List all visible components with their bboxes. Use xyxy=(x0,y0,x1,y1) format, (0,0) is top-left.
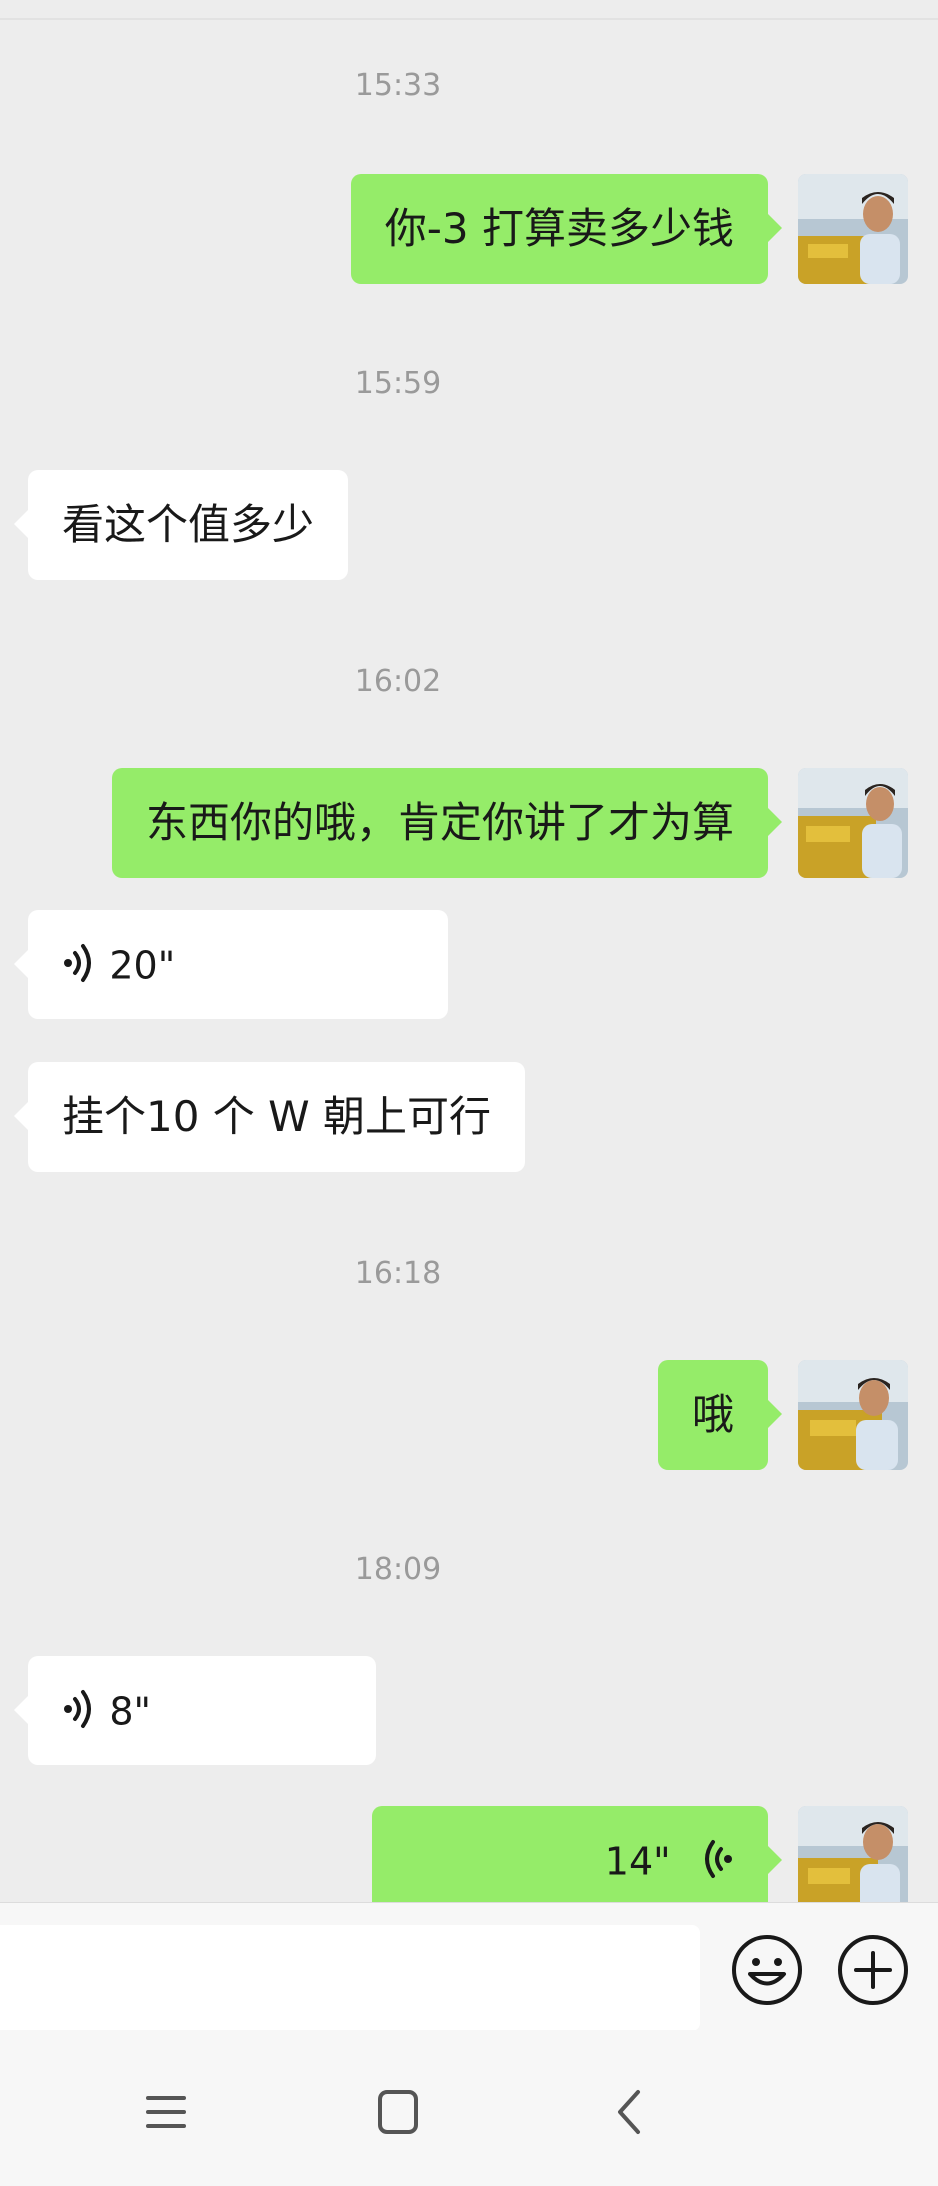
menu-icon xyxy=(146,2096,186,2128)
voice-duration: 14" xyxy=(604,1839,671,1884)
back-chevron-icon xyxy=(618,2090,640,2134)
avatar-photo xyxy=(798,1806,908,1902)
plus-circle-icon xyxy=(838,1935,908,2005)
avatar-photo xyxy=(798,768,908,878)
voice-message-sent[interactable]: 14" xyxy=(372,1806,782,1902)
timestamp: 16:02 xyxy=(354,664,442,699)
voice-message-received[interactable]: 8" xyxy=(14,1656,376,1765)
emoji-button[interactable] xyxy=(730,1933,804,2007)
message-bubble-sent[interactable]: 哦 xyxy=(657,1360,783,1470)
system-nav-bar xyxy=(0,2030,938,2186)
message-input[interactable] xyxy=(0,1925,700,2031)
user-avatar[interactable] xyxy=(798,768,908,878)
voice-duration: 20" xyxy=(109,943,176,988)
voice-message-received[interactable]: 20" xyxy=(14,910,448,1019)
back-button[interactable] xyxy=(600,2082,660,2142)
message-bubble-sent[interactable]: 东西你的哦，肯定你讲了才为算 xyxy=(111,768,783,878)
user-avatar[interactable] xyxy=(798,1806,908,1902)
voice-wave-icon xyxy=(64,943,91,982)
voice-wave-icon xyxy=(705,1839,732,1878)
avatar-photo xyxy=(798,174,908,284)
user-avatar[interactable] xyxy=(798,1360,908,1470)
menu-button[interactable] xyxy=(136,2082,196,2142)
chat-area[interactable]: 15:33 你-3 打算卖多少钱 15:59 看这个值多少 16:02 东西你的… xyxy=(0,0,938,1902)
message-bubble-received[interactable]: 看这个值多少 xyxy=(13,470,349,580)
more-button[interactable] xyxy=(836,1933,910,2007)
input-bar xyxy=(0,1902,938,2031)
message-bubble-received[interactable]: 挂个10 个 W 朝上可行 xyxy=(13,1062,526,1172)
top-divider xyxy=(0,18,938,20)
user-avatar[interactable] xyxy=(798,174,908,284)
home-square-icon xyxy=(378,2090,418,2134)
message-bubble-sent[interactable]: 你-3 打算卖多少钱 xyxy=(350,174,783,284)
timestamp: 18:09 xyxy=(354,1552,442,1587)
avatar-photo xyxy=(798,1360,908,1470)
timestamp: 15:59 xyxy=(354,366,442,401)
voice-duration: 8" xyxy=(109,1689,152,1734)
timestamp: 16:18 xyxy=(354,1256,442,1291)
timestamp: 15:33 xyxy=(354,68,442,103)
smiley-face-icon xyxy=(732,1935,802,2005)
home-button[interactable] xyxy=(368,2082,428,2142)
voice-wave-icon xyxy=(64,1689,91,1728)
